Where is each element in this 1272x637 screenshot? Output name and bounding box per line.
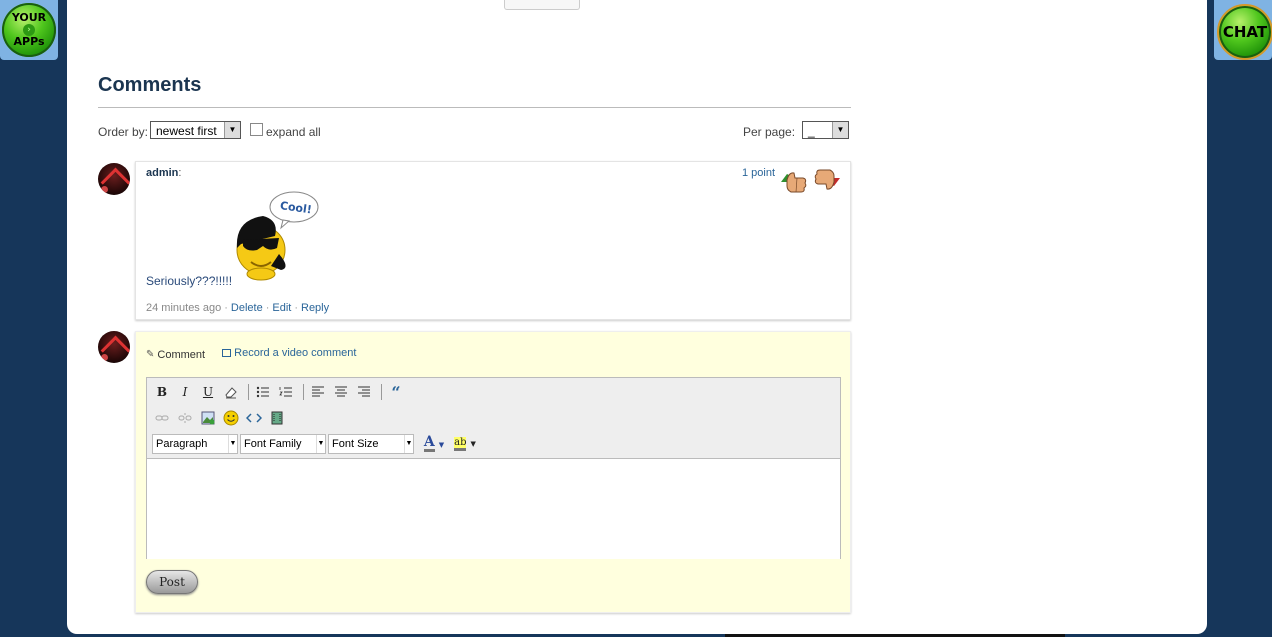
font-family-value: Font Family xyxy=(244,438,302,450)
expand-all-label: expand all xyxy=(266,125,321,139)
online-badge xyxy=(101,186,108,193)
avatar[interactable] xyxy=(98,163,130,195)
author-name[interactable]: admin xyxy=(146,167,178,179)
comment-author[interactable]: admin: xyxy=(146,167,181,179)
thumbs-up-icon[interactable] xyxy=(779,168,809,196)
emoticon-icon[interactable] xyxy=(221,408,241,428)
align-center-icon[interactable] xyxy=(331,382,351,402)
divider xyxy=(98,107,851,108)
dropdown-arrow-icon: ▼ xyxy=(228,435,237,453)
toolbar-separator xyxy=(381,384,382,400)
thumbs-down-icon[interactable] xyxy=(812,168,842,196)
toolbar-row-3: Paragraph ▼ Font Family ▼ Font Size ▼ A ▼… xyxy=(152,434,482,454)
chat-label: CHAT xyxy=(1222,23,1268,41)
comment-text: Seriously???!!!!! xyxy=(146,274,233,288)
author-suffix: : xyxy=(178,167,182,179)
comment-item: admin: 1 point Cool! Seriously???!!!!! 2… xyxy=(135,161,851,320)
bullet-list-icon[interactable] xyxy=(253,382,273,402)
dropdown-arrow-icon: ▼ xyxy=(438,439,445,449)
order-by-select[interactable]: newest first ▼ xyxy=(150,121,241,139)
comments-section: Comments Order by: newest first ▼ expand… xyxy=(98,70,851,144)
edit-link[interactable]: Edit xyxy=(272,302,291,314)
reply-form: ✎ Comment Record a video comment B I U “… xyxy=(135,331,851,613)
tab-video-label: Record a video comment xyxy=(234,347,357,359)
font-size-select[interactable]: Font Size ▼ xyxy=(328,434,414,454)
format-value: Paragraph xyxy=(156,438,208,450)
dropdown-arrow-icon: ▼ xyxy=(316,435,325,453)
link-icon[interactable] xyxy=(152,408,172,428)
numbered-list-icon[interactable] xyxy=(276,382,296,402)
reply-tabs: ✎ Comment Record a video comment xyxy=(146,347,370,361)
underline-button[interactable]: U xyxy=(198,382,218,402)
delete-link[interactable]: Delete xyxy=(231,302,263,314)
dropdown-arrow-icon: ▼ xyxy=(832,122,848,138)
comments-controls: Order by: newest first ▼ expand all Per … xyxy=(98,120,851,144)
dropdown-arrow-icon: ▼ xyxy=(404,435,413,453)
blockquote-icon[interactable]: “ xyxy=(386,382,406,402)
order-by-label: Order by: xyxy=(98,125,149,139)
bold-button[interactable]: B xyxy=(152,382,172,402)
film-icon xyxy=(222,349,232,357)
align-left-icon[interactable] xyxy=(308,382,328,402)
per-page-label: Per page: xyxy=(743,125,796,139)
comments-title: Comments xyxy=(98,74,202,96)
comment-points: 1 point xyxy=(741,167,775,179)
highlight-button[interactable]: ab ▼ xyxy=(451,434,479,454)
insert-video-icon[interactable] xyxy=(267,408,287,428)
editor-text-area[interactable] xyxy=(147,458,840,559)
per-page-value: _ xyxy=(808,124,815,138)
tab-comment-label: Comment xyxy=(157,348,206,361)
separator: · xyxy=(224,302,228,314)
tab-comment[interactable]: ✎ Comment xyxy=(146,349,205,361)
code-icon[interactable] xyxy=(244,408,264,428)
italic-button[interactable]: I xyxy=(175,382,195,402)
toolbar-row-2 xyxy=(152,408,290,428)
toolbar-separator xyxy=(303,384,304,400)
font-color-icon: A xyxy=(423,434,435,452)
eraser-icon[interactable] xyxy=(221,382,241,402)
tab-video-comment[interactable]: Record a video comment xyxy=(222,347,356,359)
top-button-stub[interactable] xyxy=(504,0,580,10)
font-color-button[interactable]: A ▼ xyxy=(420,434,448,454)
order-by-value: newest first xyxy=(156,124,217,138)
your-apps-button[interactable]: YOUR › APPs xyxy=(2,3,56,57)
align-right-icon[interactable] xyxy=(354,382,374,402)
insert-image-icon[interactable] xyxy=(198,408,218,428)
cool-smiley-image: Cool! xyxy=(236,191,319,281)
toolbar-separator xyxy=(248,384,249,400)
pencil-icon: ✎ xyxy=(146,349,155,360)
comment-time: 24 minutes ago xyxy=(146,302,222,314)
unlink-icon[interactable] xyxy=(175,408,195,428)
post-button[interactable]: Post xyxy=(146,570,198,594)
separator: · xyxy=(265,302,270,314)
apps-launcher-badge[interactable]: YOUR › APPs xyxy=(0,0,58,60)
format-select[interactable]: Paragraph ▼ xyxy=(152,434,238,454)
comment-meta: 24 minutes ago · Delete · Edit · Reply xyxy=(146,302,329,314)
font-size-value: Font Size xyxy=(332,438,379,450)
highlight-icon: ab xyxy=(454,437,467,451)
toolbar-row-1: B I U “ xyxy=(152,382,409,402)
dropdown-arrow-icon: ▼ xyxy=(224,122,240,138)
font-family-select[interactable]: Font Family ▼ xyxy=(240,434,326,454)
per-page-select[interactable]: _ ▼ xyxy=(802,121,849,139)
apps-line2: APPs xyxy=(13,35,45,48)
dropdown-arrow-icon: ▼ xyxy=(470,440,476,448)
avatar[interactable] xyxy=(98,331,130,363)
expand-all-checkbox[interactable] xyxy=(250,123,263,136)
separator: · xyxy=(294,302,298,314)
apps-line1: YOUR xyxy=(11,11,47,24)
rich-text-editor: B I U “ Paragraph ▼ Font Family ▼ Font S… xyxy=(146,377,841,559)
online-badge xyxy=(101,354,108,361)
reply-link[interactable]: Reply xyxy=(301,302,329,314)
chat-button[interactable]: CHAT xyxy=(1217,4,1272,60)
